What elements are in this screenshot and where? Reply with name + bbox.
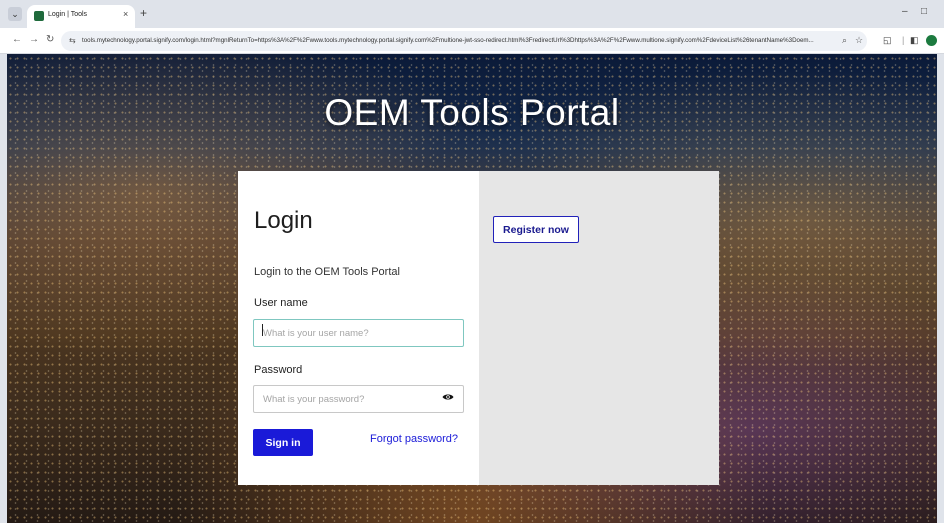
tab-close-icon[interactable]: × — [123, 9, 128, 19]
reload-icon[interactable]: ↻ — [46, 35, 54, 45]
bookmark-star-icon[interactable]: ☆ — [855, 35, 863, 46]
login-subtitle: Login to the OEM Tools Portal — [254, 266, 400, 278]
back-icon[interactable]: ← — [12, 35, 22, 45]
sign-in-button[interactable]: Sign in — [253, 429, 313, 456]
password-label: Password — [254, 364, 303, 376]
tab-search-icon[interactable]: ⌄ — [8, 7, 22, 21]
show-password-eye-icon[interactable] — [442, 393, 454, 401]
minimize-icon[interactable]: – — [902, 6, 908, 17]
username-label: User name — [254, 297, 308, 309]
browser-toolbar: ← → ↻ ⇆ tools.mytechnology.portal.signif… — [0, 28, 944, 54]
page-background: OEM Tools Portal Login Login to the OEM … — [7, 54, 937, 523]
forward-icon[interactable]: → — [29, 35, 39, 45]
url-text[interactable]: tools.mytechnology.portal.signify.com/lo… — [82, 37, 837, 44]
browser-tab[interactable]: Login | Tools × — [27, 5, 135, 28]
portal-title: OEM Tools Portal — [324, 92, 620, 133]
zoom-icon[interactable]: ⌕ — [842, 35, 847, 46]
text-cursor — [262, 324, 263, 336]
address-bar[interactable]: ⇆ tools.mytechnology.portal.signify.com/… — [61, 31, 867, 51]
tab-title: Login | Tools — [48, 11, 88, 18]
new-tab-icon[interactable]: + — [140, 7, 147, 19]
side-panel-icon[interactable]: ◧ — [910, 35, 919, 45]
username-input[interactable] — [253, 319, 464, 347]
favicon-icon — [34, 11, 44, 21]
profile-avatar[interactable] — [926, 35, 937, 46]
site-info-icon[interactable]: ⇆ — [69, 36, 76, 45]
password-input[interactable] — [253, 385, 464, 413]
tab-bar: ⌄ Login | Tools × + – □ — [0, 0, 944, 28]
forgot-password-link[interactable]: Forgot password? — [370, 433, 458, 445]
login-card: Login Login to the OEM Tools Portal User… — [238, 171, 479, 485]
register-now-button[interactable]: Register now — [493, 216, 579, 243]
toolbar-divider: | — [902, 35, 905, 45]
register-panel: Register now — [479, 171, 719, 485]
maximize-icon[interactable]: □ — [921, 6, 927, 17]
login-heading: Login — [254, 207, 313, 234]
extensions-icon[interactable]: ◱ — [883, 35, 892, 45]
